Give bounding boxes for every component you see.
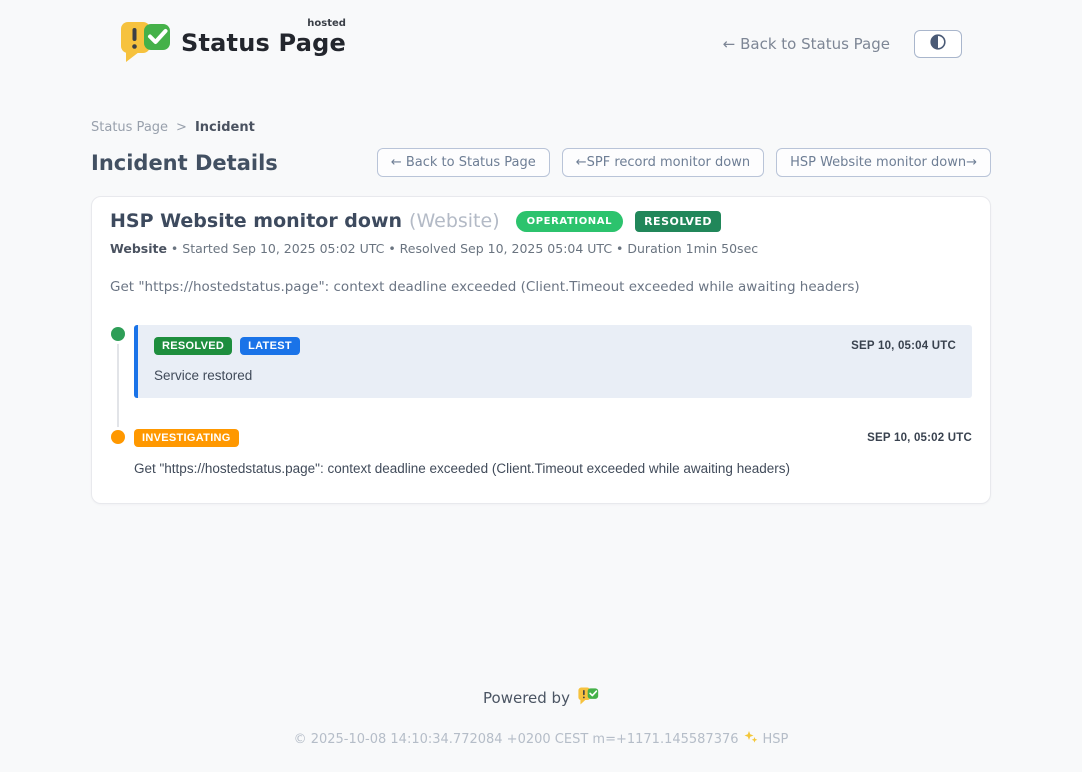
back-to-status-page-button[interactable]: ← Back to Status Page	[377, 148, 550, 177]
resolved-status-badge: RESOLVED	[635, 211, 721, 232]
timeline-timestamp: SEP 10, 05:04 UTC	[851, 340, 956, 352]
site-logo[interactable]: Status Page hosted	[120, 21, 346, 66]
timeline-dot-investigating	[111, 430, 125, 444]
copyright-brand: HSP	[763, 732, 789, 747]
main-content: Status Page > Incident Incident Details …	[91, 72, 991, 504]
next-incident-button[interactable]: HSP Website monitor down→	[776, 148, 991, 177]
incident-nav-buttons: ← Back to Status Page ←SPF record monito…	[377, 148, 991, 177]
mini-logo-icon	[578, 687, 599, 709]
breadcrumb-incident: Incident	[195, 120, 255, 135]
powered-by: Powered by	[483, 687, 599, 709]
latest-badge: LATEST	[240, 337, 300, 355]
incident-component: (Website)	[409, 210, 500, 232]
incident-title: HSP Website monitor down	[110, 210, 402, 232]
investigating-badge: INVESTIGATING	[134, 429, 239, 447]
incident-meta-component: Website	[110, 241, 167, 256]
powered-by-label: Powered by	[483, 689, 570, 707]
incident-timeline: RESOLVED LATEST SEP 10, 05:04 UTC Servic…	[110, 325, 972, 476]
incident-description: Get "https://hostedstatus.page": context…	[110, 279, 972, 295]
copyright-line: © 2025-10-08 14:10:34.772084 +0200 CEST …	[0, 730, 1082, 748]
logo-speech-bubble-icon	[120, 21, 172, 66]
incident-meta: Website • Started Sep 10, 2025 05:02 UTC…	[110, 241, 972, 256]
theme-toggle-button[interactable]	[914, 30, 962, 58]
page-title: Incident Details	[91, 151, 278, 175]
header-back-to-status-link[interactable]: ← Back to Status Page	[723, 35, 890, 53]
timeline-message: Service restored	[154, 368, 956, 383]
operational-status-badge: OPERATIONAL	[516, 211, 623, 232]
breadcrumb-status-page[interactable]: Status Page	[91, 120, 168, 135]
timeline-timestamp: SEP 10, 05:02 UTC	[867, 432, 972, 444]
timeline-dot-resolved	[111, 327, 125, 341]
prev-incident-button[interactable]: ←SPF record monitor down	[562, 148, 764, 177]
incident-meta-details: • Started Sep 10, 2025 05:02 UTC • Resol…	[167, 241, 758, 256]
timeline-resolved-box: RESOLVED LATEST SEP 10, 05:04 UTC Servic…	[134, 325, 972, 398]
sparkle-icon	[744, 730, 758, 748]
site-header: Status Page hosted ← Back to Status Page	[0, 0, 1082, 72]
half-circle-contrast-icon	[929, 33, 947, 54]
resolved-badge: RESOLVED	[154, 337, 232, 355]
logo-text: Status Page	[181, 29, 346, 57]
breadcrumb-separator: >	[176, 120, 187, 135]
timeline-entry-resolved: RESOLVED LATEST SEP 10, 05:04 UTC Servic…	[110, 325, 972, 398]
incident-card: HSP Website monitor down (Website) OPERA…	[91, 196, 991, 504]
breadcrumb: Status Page > Incident	[91, 120, 991, 135]
copyright-text: © 2025-10-08 14:10:34.772084 +0200 CEST …	[294, 732, 739, 747]
timeline-entry-investigating: INVESTIGATING SEP 10, 05:02 UTC Get "htt…	[110, 429, 972, 476]
logo-hosted-label: hosted	[307, 18, 346, 29]
site-footer: Powered by © 2025-10-08 14:10:34.772084 …	[0, 687, 1082, 772]
timeline-message: Get "https://hostedstatus.page": context…	[134, 461, 972, 476]
